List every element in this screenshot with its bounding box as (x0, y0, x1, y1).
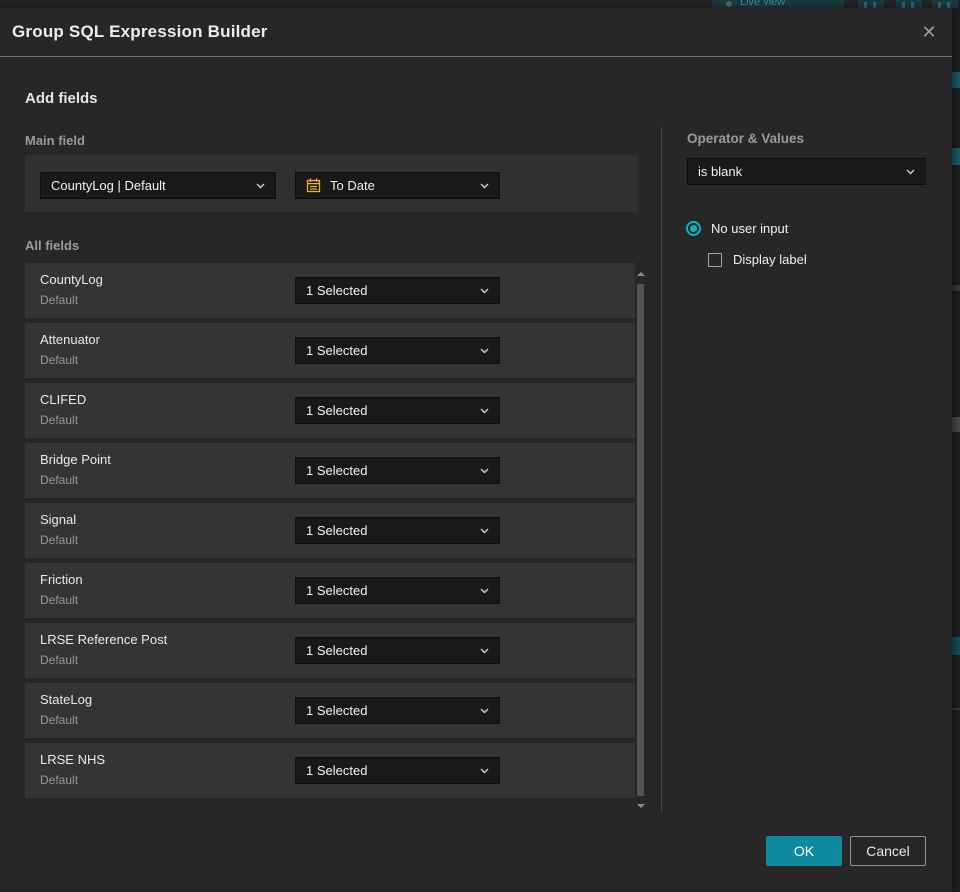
no-user-input-label: No user input (711, 221, 789, 236)
chevron-down-icon (480, 348, 489, 354)
chevron-down-icon (256, 183, 265, 189)
live-view-chip: Live view (712, 0, 844, 8)
field-subtitle: Default (40, 773, 79, 787)
all-fields-list: CountyLog Default 1 Selected Attenuator … (25, 263, 635, 803)
field-subtitle: Default (40, 473, 79, 487)
chevron-down-icon (480, 288, 489, 294)
field-select-value: 1 Selected (306, 583, 368, 598)
field-select-value: 1 Selected (306, 463, 368, 478)
calendar-icon (306, 178, 321, 193)
field-name: LRSE NHS (40, 752, 106, 767)
title-divider (0, 56, 952, 57)
field-name: CLIFED (40, 392, 87, 407)
field-select-value: 1 Selected (306, 763, 368, 778)
date-field-select-value: To Date (330, 178, 375, 193)
operator-values-heading: Operator & Values (687, 131, 805, 146)
main-field-select-value: CountyLog | Default (51, 178, 166, 193)
chevron-down-icon (480, 708, 489, 714)
field-subtitle: Default (40, 533, 79, 547)
field-select-value: 1 Selected (306, 283, 368, 298)
field-value-select[interactable]: 1 Selected (295, 397, 500, 424)
group-sql-expression-builder-dialog: Group SQL Expression Builder ✕ Add field… (0, 8, 952, 892)
field-row: StateLog Default 1 Selected (25, 683, 635, 738)
field-select-value: 1 Selected (306, 643, 368, 658)
field-subtitle: Default (40, 653, 79, 667)
main-field-container: CountyLog | Default To Date (25, 155, 638, 212)
field-row: Bridge Point Default 1 Selected (25, 443, 635, 498)
field-name: CountyLog (40, 272, 103, 287)
field-subtitle: Default (40, 293, 79, 307)
dialog-title-bar: Group SQL Expression Builder ✕ (0, 8, 952, 56)
ok-button[interactable]: OK (766, 836, 842, 866)
checkbox-unchecked-icon (708, 252, 722, 267)
scroll-down-icon[interactable] (637, 804, 645, 808)
operator-select[interactable]: is blank (687, 158, 926, 185)
chevron-down-icon (480, 768, 489, 774)
date-field-select[interactable]: To Date (295, 172, 500, 199)
operator-select-value: is blank (698, 164, 743, 179)
chevron-down-icon (480, 408, 489, 414)
field-select-value: 1 Selected (306, 703, 368, 718)
no-user-input-radio[interactable]: No user input (686, 221, 788, 236)
field-value-select[interactable]: 1 Selected (295, 637, 500, 664)
main-field-select[interactable]: CountyLog | Default (40, 172, 276, 199)
display-label-checkbox[interactable]: Display label (708, 252, 807, 267)
field-select-value: 1 Selected (306, 523, 368, 538)
field-name: StateLog (40, 692, 93, 707)
main-field-label: Main field (25, 133, 85, 148)
dialog-title: Group SQL Expression Builder (12, 22, 268, 41)
display-label-text: Display label (733, 252, 807, 267)
field-row: Attenuator Default 1 Selected (25, 323, 635, 378)
field-subtitle: Default (40, 593, 79, 607)
background-app-panel-edge (952, 8, 960, 892)
field-value-select[interactable]: 1 Selected (295, 577, 500, 604)
field-value-select[interactable]: 1 Selected (295, 277, 500, 304)
field-row: LRSE Reference Post Default 1 Selected (25, 623, 635, 678)
chevron-down-icon (906, 169, 915, 175)
field-name: Bridge Point (40, 452, 111, 467)
live-dot-icon (726, 1, 732, 7)
cancel-button[interactable]: Cancel (850, 836, 926, 866)
field-subtitle: Default (40, 353, 79, 367)
field-name: Attenuator (40, 332, 100, 347)
panel-divider (661, 127, 662, 813)
field-row: CountyLog Default 1 Selected (25, 263, 635, 318)
field-value-select[interactable]: 1 Selected (295, 457, 500, 484)
scroll-up-icon[interactable] (637, 272, 645, 276)
field-row: Signal Default 1 Selected (25, 503, 635, 558)
field-row: Friction Default 1 Selected (25, 563, 635, 618)
field-value-select[interactable]: 1 Selected (295, 757, 500, 784)
background-app-topbar: Live view (0, 0, 960, 8)
field-select-value: 1 Selected (306, 403, 368, 418)
field-name: LRSE Reference Post (40, 632, 168, 647)
screen: Live view Group SQL Expression Builder ✕… (0, 0, 960, 892)
field-name: Signal (40, 512, 77, 527)
field-value-select[interactable]: 1 Selected (295, 517, 500, 544)
chevron-down-icon (480, 468, 489, 474)
field-name: Friction (40, 572, 83, 587)
chevron-down-icon (480, 648, 489, 654)
field-row: LRSE NHS Default 1 Selected (25, 743, 635, 798)
add-fields-heading: Add fields (25, 90, 98, 107)
toolbar-button-fragment (896, 0, 922, 8)
field-row: CLIFED Default 1 Selected (25, 383, 635, 438)
radio-selected-icon (686, 221, 701, 236)
toolbar-button-fragment (932, 0, 958, 8)
field-select-value: 1 Selected (306, 343, 368, 358)
all-fields-label: All fields (25, 238, 80, 253)
list-scrollbar[interactable] (636, 266, 646, 812)
live-view-label: Live view (740, 0, 786, 8)
toolbar-button-fragment (858, 0, 884, 8)
chevron-down-icon (480, 528, 489, 534)
chevron-down-icon (480, 588, 489, 594)
chevron-down-icon (480, 183, 489, 189)
field-subtitle: Default (40, 413, 79, 427)
field-value-select[interactable]: 1 Selected (295, 697, 500, 724)
field-value-select[interactable]: 1 Selected (295, 337, 500, 364)
scrollbar-thumb[interactable] (637, 284, 644, 796)
field-subtitle: Default (40, 713, 79, 727)
close-icon[interactable]: ✕ (918, 21, 940, 43)
